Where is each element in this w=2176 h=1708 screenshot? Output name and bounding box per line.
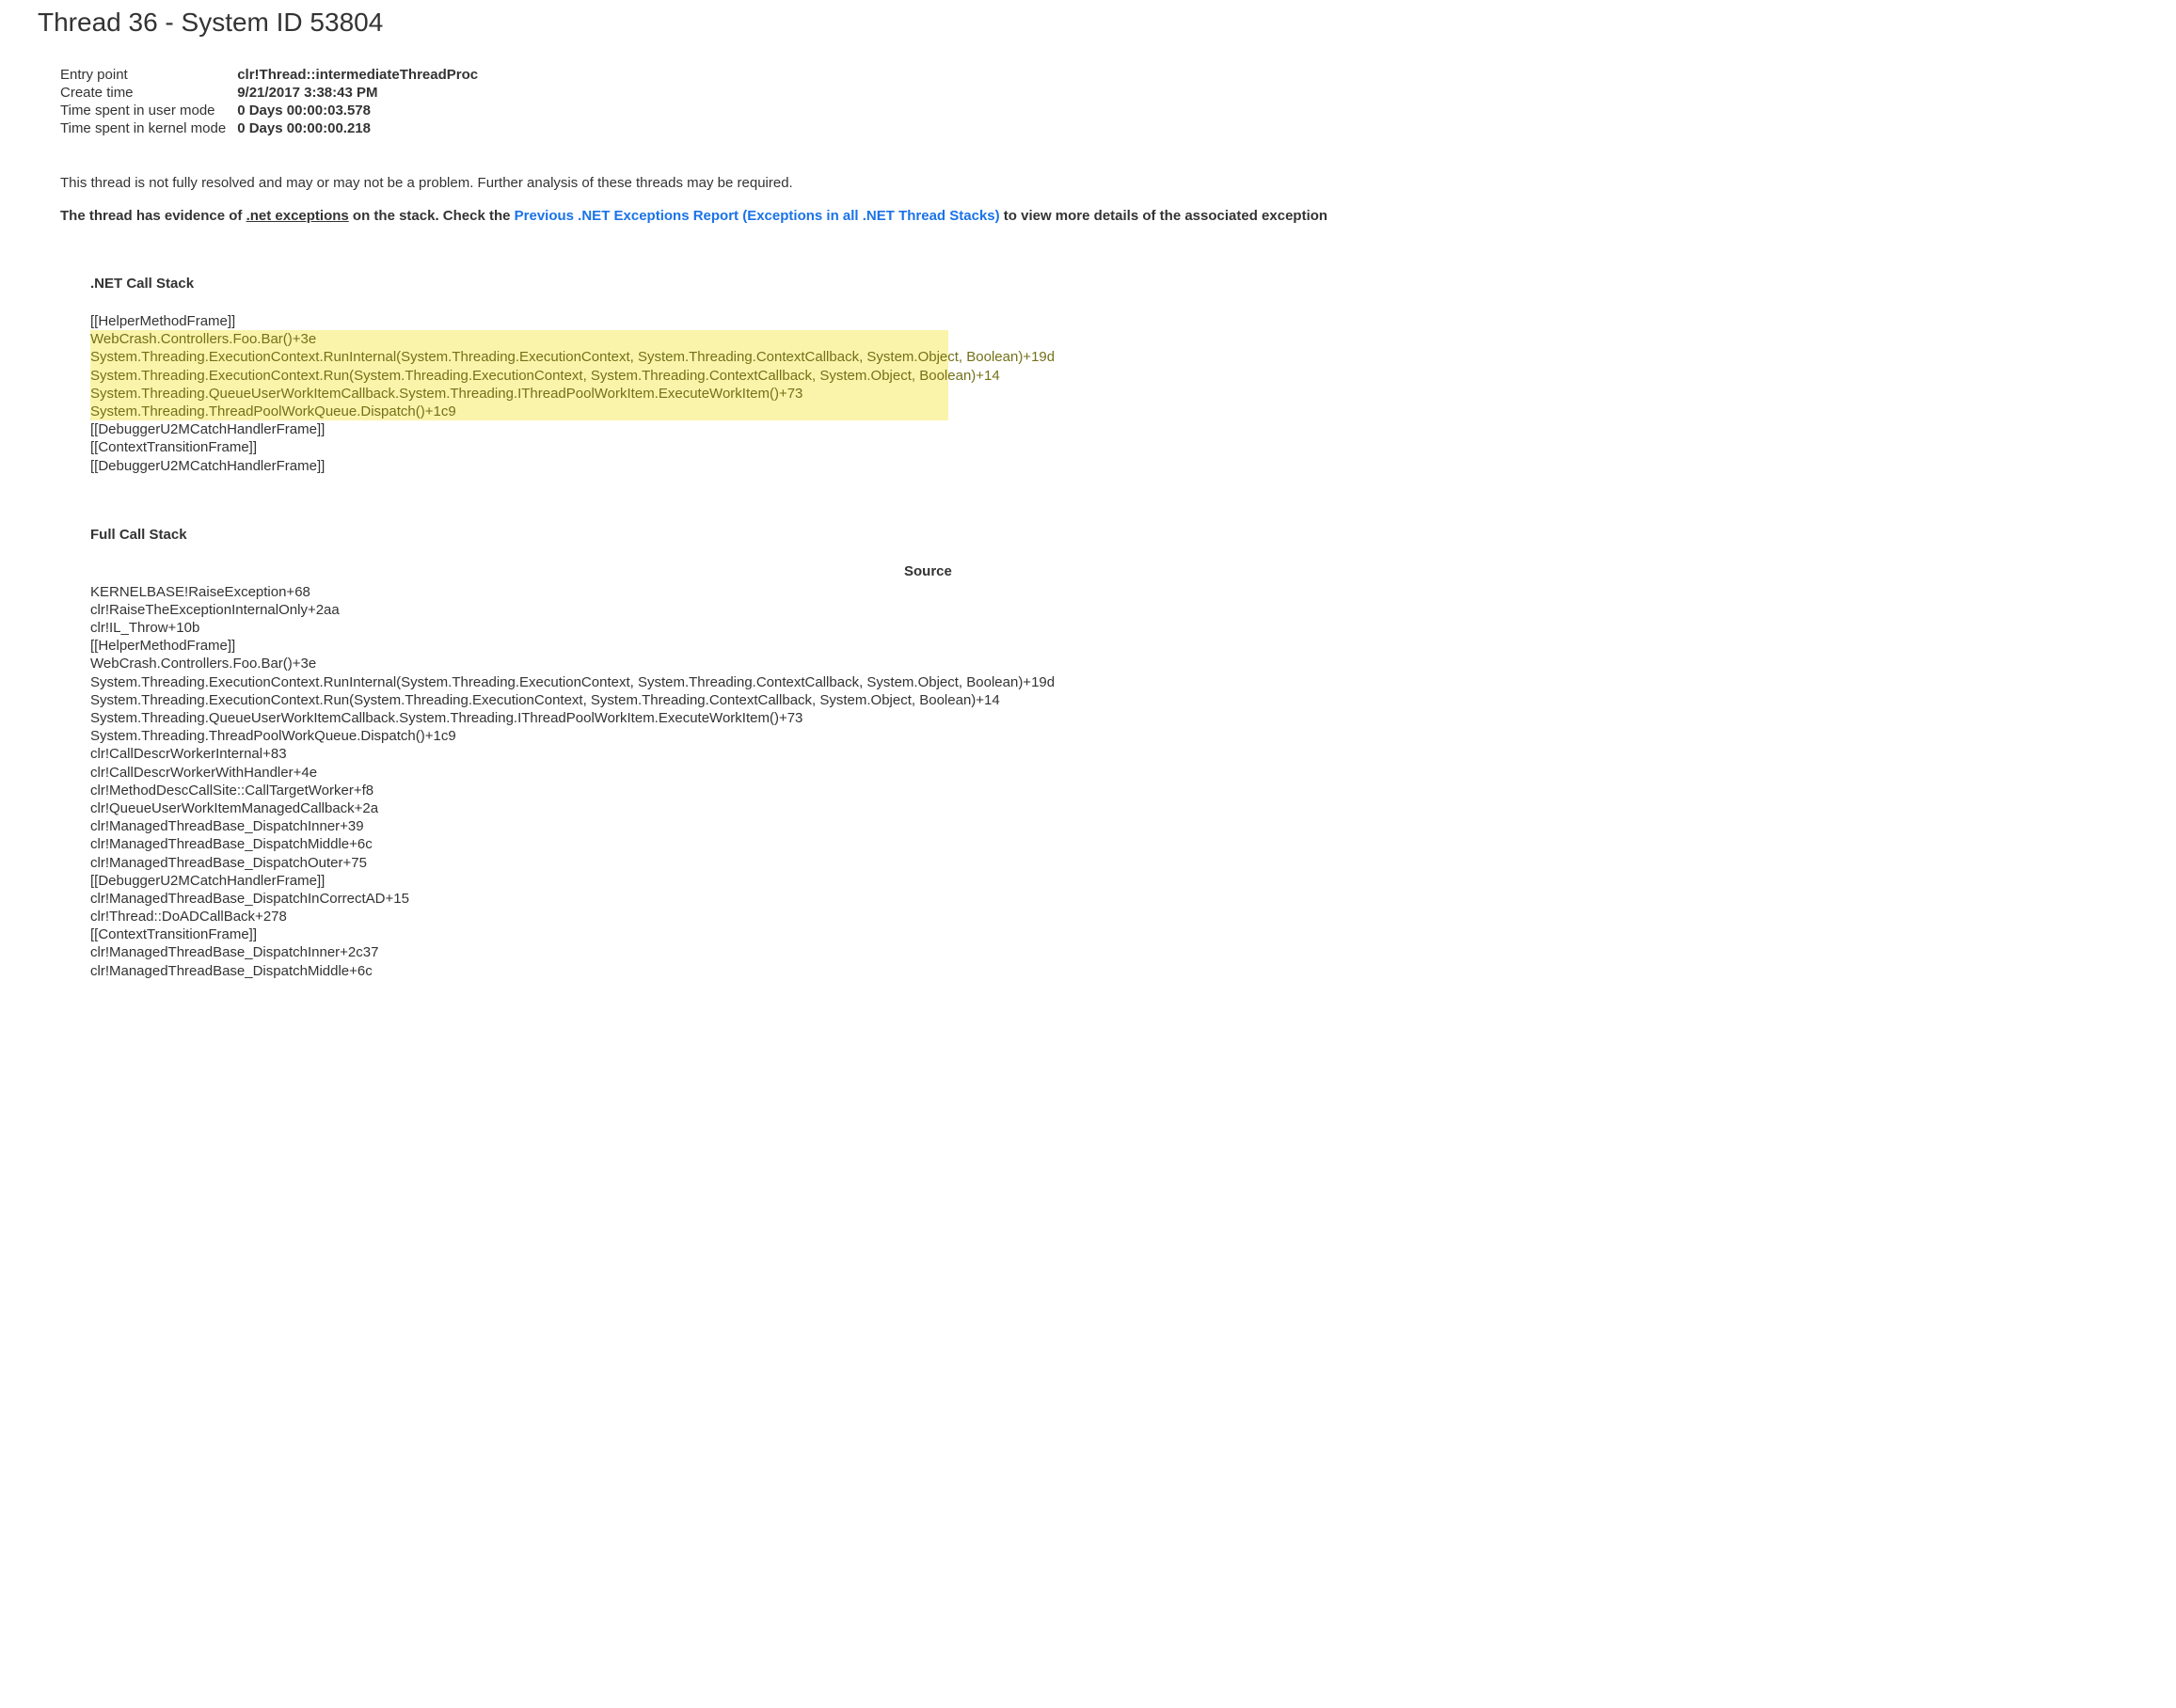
stack-frame: System.Threading.ExecutionContext.Run(Sy… xyxy=(90,691,2138,709)
info-label: Time spent in user mode xyxy=(60,102,231,119)
stack-frame: [[ContextTransitionFrame]] xyxy=(90,438,2138,456)
info-label: Entry point xyxy=(60,66,231,84)
info-value: 0 Days 00:00:03.578 xyxy=(231,102,484,119)
previous-exceptions-link[interactable]: Previous .NET Exceptions Report (Excepti… xyxy=(515,208,1000,224)
evidence-text-pre: The thread has evidence of xyxy=(60,208,246,224)
stack-frame: clr!ManagedThreadBase_DispatchMiddle+6c xyxy=(90,835,2138,853)
stack-frame: clr!ManagedThreadBase_DispatchMiddle+6c xyxy=(90,962,2138,980)
stack-frame: WebCrash.Controllers.Foo.Bar()+3e xyxy=(90,330,948,348)
stack-frame: clr!ManagedThreadBase_DispatchOuter+75 xyxy=(90,854,2138,872)
stack-frame: System.Threading.QueueUserWorkItemCallba… xyxy=(90,385,948,403)
page-title: Thread 36 - System ID 53804 xyxy=(38,8,2138,38)
info-value: 0 Days 00:00:00.218 xyxy=(231,119,484,137)
stack-frame: clr!CallDescrWorkerWithHandler+4e xyxy=(90,764,2138,782)
stack-frame: clr!CallDescrWorkerInternal+83 xyxy=(90,745,2138,763)
info-row-kernel-mode: Time spent in kernel mode 0 Days 00:00:0… xyxy=(60,119,484,137)
thread-info-table: Entry point clr!Thread::intermediateThre… xyxy=(60,66,484,137)
stack-frame: System.Threading.ExecutionContext.RunInt… xyxy=(90,673,2138,691)
full-call-stack: KERNELBASE!RaiseException+68clr!RaiseThe… xyxy=(90,583,2138,980)
exception-evidence: The thread has evidence of .net exceptio… xyxy=(60,208,2138,224)
info-label: Create time xyxy=(60,84,231,102)
stack-frame: clr!MethodDescCallSite::CallTargetWorker… xyxy=(90,782,2138,799)
stack-frame: clr!ManagedThreadBase_DispatchInner+39 xyxy=(90,817,2138,835)
evidence-text-mid: on the stack. Check the xyxy=(349,208,515,224)
stack-frame: System.Threading.ExecutionContext.Run(Sy… xyxy=(90,367,948,385)
stack-frame: [[DebuggerU2MCatchHandlerFrame]] xyxy=(90,872,2138,890)
info-label: Time spent in kernel mode xyxy=(60,119,231,137)
thread-report: Thread 36 - System ID 53804 Entry point … xyxy=(0,8,2176,1018)
stack-frame: WebCrash.Controllers.Foo.Bar()+3e xyxy=(90,655,2138,672)
stack-frame: clr!ManagedThreadBase_DispatchInner+2c37 xyxy=(90,943,2138,961)
net-call-stack: [[HelperMethodFrame]]WebCrash.Controller… xyxy=(90,312,2138,475)
stack-frame: KERNELBASE!RaiseException+68 xyxy=(90,583,2138,601)
stack-frame: System.Threading.ThreadPoolWorkQueue.Dis… xyxy=(90,403,948,420)
stack-frame: clr!RaiseTheExceptionInternalOnly+2aa xyxy=(90,601,2138,619)
info-row-create-time: Create time 9/21/2017 3:38:43 PM xyxy=(60,84,484,102)
stack-frame: clr!IL_Throw+10b xyxy=(90,619,2138,637)
stack-frame: clr!Thread::DoADCallBack+278 xyxy=(90,908,2138,925)
info-row-entry-point: Entry point clr!Thread::intermediateThre… xyxy=(60,66,484,84)
stack-frame: System.Threading.QueueUserWorkItemCallba… xyxy=(90,709,2138,727)
stack-frame: System.Threading.ExecutionContext.RunInt… xyxy=(90,348,948,366)
stack-frame: [[DebuggerU2MCatchHandlerFrame]] xyxy=(90,457,2138,475)
net-call-stack-heading: .NET Call Stack xyxy=(90,276,2138,292)
stack-frame: [[HelperMethodFrame]] xyxy=(90,637,2138,655)
info-value: 9/21/2017 3:38:43 PM xyxy=(231,84,484,102)
stack-frame: [[ContextTransitionFrame]] xyxy=(90,925,2138,943)
evidence-underline: .net exceptions xyxy=(246,208,349,224)
stack-frame: [[HelperMethodFrame]] xyxy=(90,312,2138,330)
stack-frame: clr!QueueUserWorkItemManagedCallback+2a xyxy=(90,799,2138,817)
full-call-stack-heading: Full Call Stack xyxy=(90,527,2138,543)
info-value: clr!Thread::intermediateThreadProc xyxy=(231,66,484,84)
stack-frame: System.Threading.ThreadPoolWorkQueue.Dis… xyxy=(90,727,2138,745)
evidence-text-post: to view more details of the associated e… xyxy=(1000,208,1327,224)
resolution-note: This thread is not fully resolved and ma… xyxy=(60,175,2138,191)
net-call-stack-section: .NET Call Stack [[HelperMethodFrame]]Web… xyxy=(90,276,2138,980)
stack-frame: clr!ManagedThreadBase_DispatchInCorrectA… xyxy=(90,890,2138,908)
info-row-user-mode: Time spent in user mode 0 Days 00:00:03.… xyxy=(60,102,484,119)
source-column-header: Source xyxy=(90,563,2138,579)
stack-frame: [[DebuggerU2MCatchHandlerFrame]] xyxy=(90,420,2138,438)
